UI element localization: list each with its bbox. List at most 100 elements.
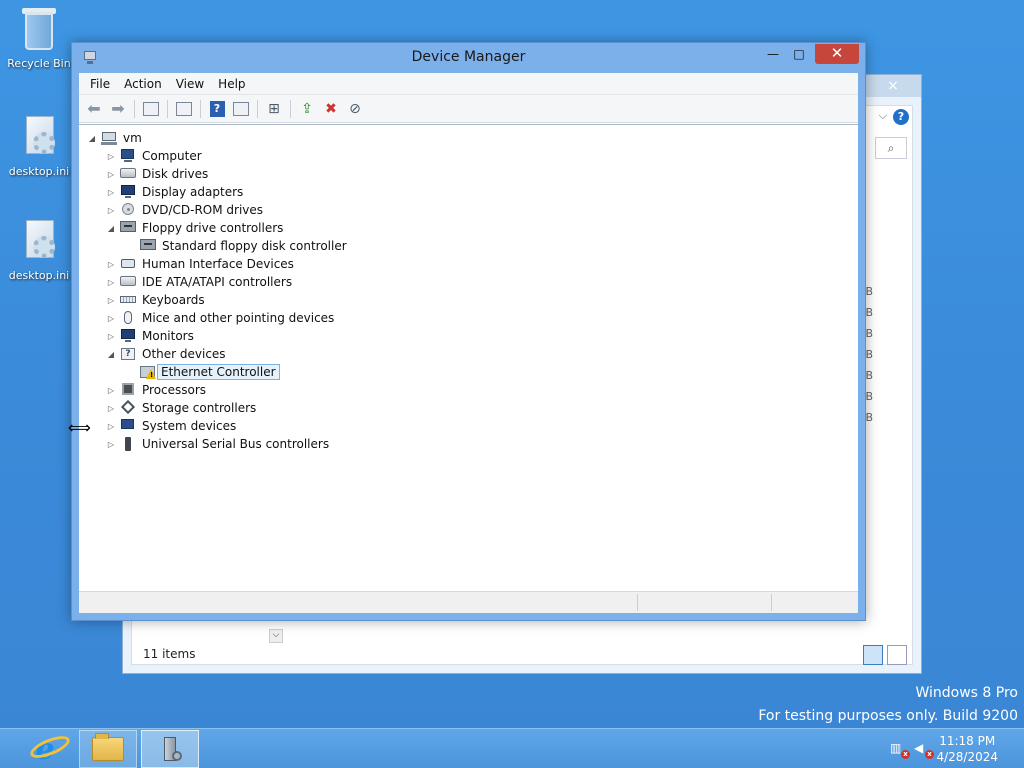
- clock-time: 11:18 PM: [939, 734, 996, 748]
- tree-node-label: Standard floppy disk controller: [162, 239, 347, 253]
- expand-triangle-icon[interactable]: ▷: [106, 188, 116, 197]
- tree-node-label: IDE ATA/ATAPI controllers: [142, 275, 293, 289]
- menu-help[interactable]: Help: [211, 73, 252, 95]
- menu-view[interactable]: View: [169, 73, 211, 95]
- properties-icon[interactable]: [173, 98, 195, 120]
- tree-node-label: Computer: [142, 149, 202, 163]
- minimize-button[interactable]: —: [759, 44, 787, 64]
- tree-node-mice[interactable]: ▷ Mice and other pointing devices: [79, 309, 858, 327]
- tree-node-storage-controllers[interactable]: ▷ Storage controllers: [79, 399, 858, 417]
- show-hide-console-tree-icon[interactable]: [140, 98, 162, 120]
- keyboard-icon: [120, 296, 136, 303]
- folder-icon: [92, 733, 124, 761]
- action-pane-icon[interactable]: [230, 98, 252, 120]
- client-area: File Action View Help ⬅ ➡ ? ⊞ ⇪ ✖ ⊘ ◢ vm…: [79, 73, 858, 613]
- details-view-icon[interactable]: [863, 645, 883, 665]
- tree-root[interactable]: ◢ vm: [79, 129, 858, 147]
- expand-triangle-icon[interactable]: ▷: [106, 422, 116, 431]
- tree-node-label: Monitors: [142, 329, 194, 343]
- expand-triangle-icon[interactable]: ▷: [106, 404, 116, 413]
- status-bar-separator: [771, 594, 772, 611]
- expand-triangle-icon[interactable]: ▷: [106, 386, 116, 395]
- expand-triangle-icon[interactable]: ▷: [106, 278, 116, 287]
- cd-drive-icon: [120, 203, 136, 217]
- taskbar-internet-explorer[interactable]: e: [16, 730, 74, 768]
- expand-triangle-icon[interactable]: ▷: [106, 296, 116, 305]
- warning-device-icon: !: [140, 365, 156, 379]
- close-button[interactable]: ×: [865, 75, 921, 97]
- desktop-icon-desktop-ini[interactable]: desktop.ini: [3, 114, 75, 178]
- large-icons-view-icon[interactable]: [887, 645, 907, 665]
- back-arrow-icon[interactable]: ⬅: [83, 98, 105, 120]
- usb-icon: [120, 437, 136, 451]
- size-cell: B: [865, 306, 873, 319]
- disable-device-icon[interactable]: ⊘: [344, 98, 366, 120]
- scan-hardware-icon[interactable]: ⊞: [263, 98, 285, 120]
- toolbar-separator: [134, 99, 135, 118]
- tree-node-keyboards[interactable]: ▷ Keyboards: [79, 291, 858, 309]
- help-icon[interactable]: ?: [893, 109, 909, 125]
- expand-triangle-icon[interactable]: ▷: [106, 206, 116, 215]
- tree-node-standard-floppy[interactable]: Standard floppy disk controller: [79, 237, 858, 255]
- desktop-icon-desktop-ini-2[interactable]: desktop.ini: [3, 218, 75, 282]
- window-title: Device Manager: [411, 49, 526, 65]
- taskbar-file-explorer[interactable]: [79, 730, 137, 768]
- tree-node-computer[interactable]: ▷ Computer: [79, 147, 858, 165]
- update-driver-icon[interactable]: ⇪: [296, 98, 318, 120]
- taskbar-device-manager[interactable]: [141, 730, 199, 768]
- help-icon[interactable]: ?: [206, 98, 228, 120]
- device-manager-icon: [156, 735, 184, 763]
- expand-triangle-icon[interactable]: ▷: [106, 260, 116, 269]
- chevron-down-icon[interactable]: ⌵: [879, 109, 887, 123]
- menu-bar: File Action View Help: [79, 73, 858, 95]
- tree-node-dvd-drives[interactable]: ▷ DVD/CD-ROM drives: [79, 201, 858, 219]
- volume-muted-icon[interactable]: ◀ x: [914, 741, 934, 759]
- expand-triangle-icon[interactable]: ▷: [106, 440, 116, 449]
- disk-drive-icon: [120, 168, 136, 178]
- tree-node-other-devices[interactable]: ◢ ? Other devices: [79, 345, 858, 363]
- tree-node-ethernet-controller[interactable]: ! Ethernet Controller: [79, 363, 858, 381]
- storage-controller-icon: [120, 399, 136, 415]
- tree-node-hid[interactable]: ▷ Human Interface Devices: [79, 255, 858, 273]
- forward-arrow-icon[interactable]: ➡: [107, 98, 129, 120]
- tree-node-processors[interactable]: ▷ Processors: [79, 381, 858, 399]
- tree-node-display-adapters[interactable]: ▷ Display adapters: [79, 183, 858, 201]
- tree-node-monitors[interactable]: ▷ Monitors: [79, 327, 858, 345]
- tree-node-usb-controllers[interactable]: ▷ Universal Serial Bus controllers: [79, 435, 858, 453]
- clock[interactable]: 11:18 PM 4/28/2024: [936, 733, 998, 765]
- network-disconnected-icon[interactable]: ▥ x: [890, 741, 910, 759]
- chevron-down-icon[interactable]: ⌵: [269, 629, 283, 643]
- expand-triangle-icon[interactable]: ▷: [106, 170, 116, 179]
- collapse-triangle-icon[interactable]: ◢: [106, 350, 116, 359]
- device-manager-window[interactable]: Device Manager — □ ✕ File Action View He…: [71, 42, 866, 621]
- build-watermark: For testing purposes only. Build 9200: [758, 708, 1018, 724]
- menu-action[interactable]: Action: [117, 73, 169, 95]
- settings-file-icon: [19, 114, 59, 162]
- size-cell: B: [865, 369, 873, 382]
- expand-triangle-icon[interactable]: ▷: [106, 152, 116, 161]
- tree-node-label: Disk drives: [142, 167, 209, 181]
- title-bar[interactable]: Device Manager — □ ✕: [72, 43, 865, 73]
- maximize-button[interactable]: □: [785, 44, 813, 64]
- tree-node-ide-controllers[interactable]: ▷ IDE ATA/ATAPI controllers: [79, 273, 858, 291]
- uninstall-device-icon[interactable]: ✖: [320, 98, 342, 120]
- computer-icon: [120, 149, 136, 163]
- computer-root-icon: [101, 131, 117, 145]
- expand-triangle-icon[interactable]: ▷: [106, 332, 116, 341]
- collapse-triangle-icon[interactable]: ◢: [87, 134, 97, 143]
- close-button[interactable]: ✕: [815, 44, 859, 64]
- desktop-icon-recycle-bin[interactable]: Recycle Bin: [3, 6, 75, 70]
- tree-node-system-devices[interactable]: ▷ System devices: [79, 417, 858, 435]
- toolbar-separator: [167, 99, 168, 118]
- view-toggle: [863, 645, 907, 665]
- collapse-triangle-icon[interactable]: ◢: [106, 224, 116, 233]
- tree-node-floppy-controllers[interactable]: ◢ Floppy drive controllers: [79, 219, 858, 237]
- expand-triangle-icon[interactable]: ▷: [106, 314, 116, 323]
- menu-file[interactable]: File: [83, 73, 117, 95]
- toolbar-separator: [257, 99, 258, 118]
- floppy-controller-icon: [120, 221, 136, 232]
- search-icon[interactable]: ⌕: [875, 137, 907, 159]
- tree-node-disk-drives[interactable]: ▷ Disk drives: [79, 165, 858, 183]
- display-adapter-icon: [120, 185, 136, 199]
- desktop-icon-label: desktop.ini: [8, 269, 70, 282]
